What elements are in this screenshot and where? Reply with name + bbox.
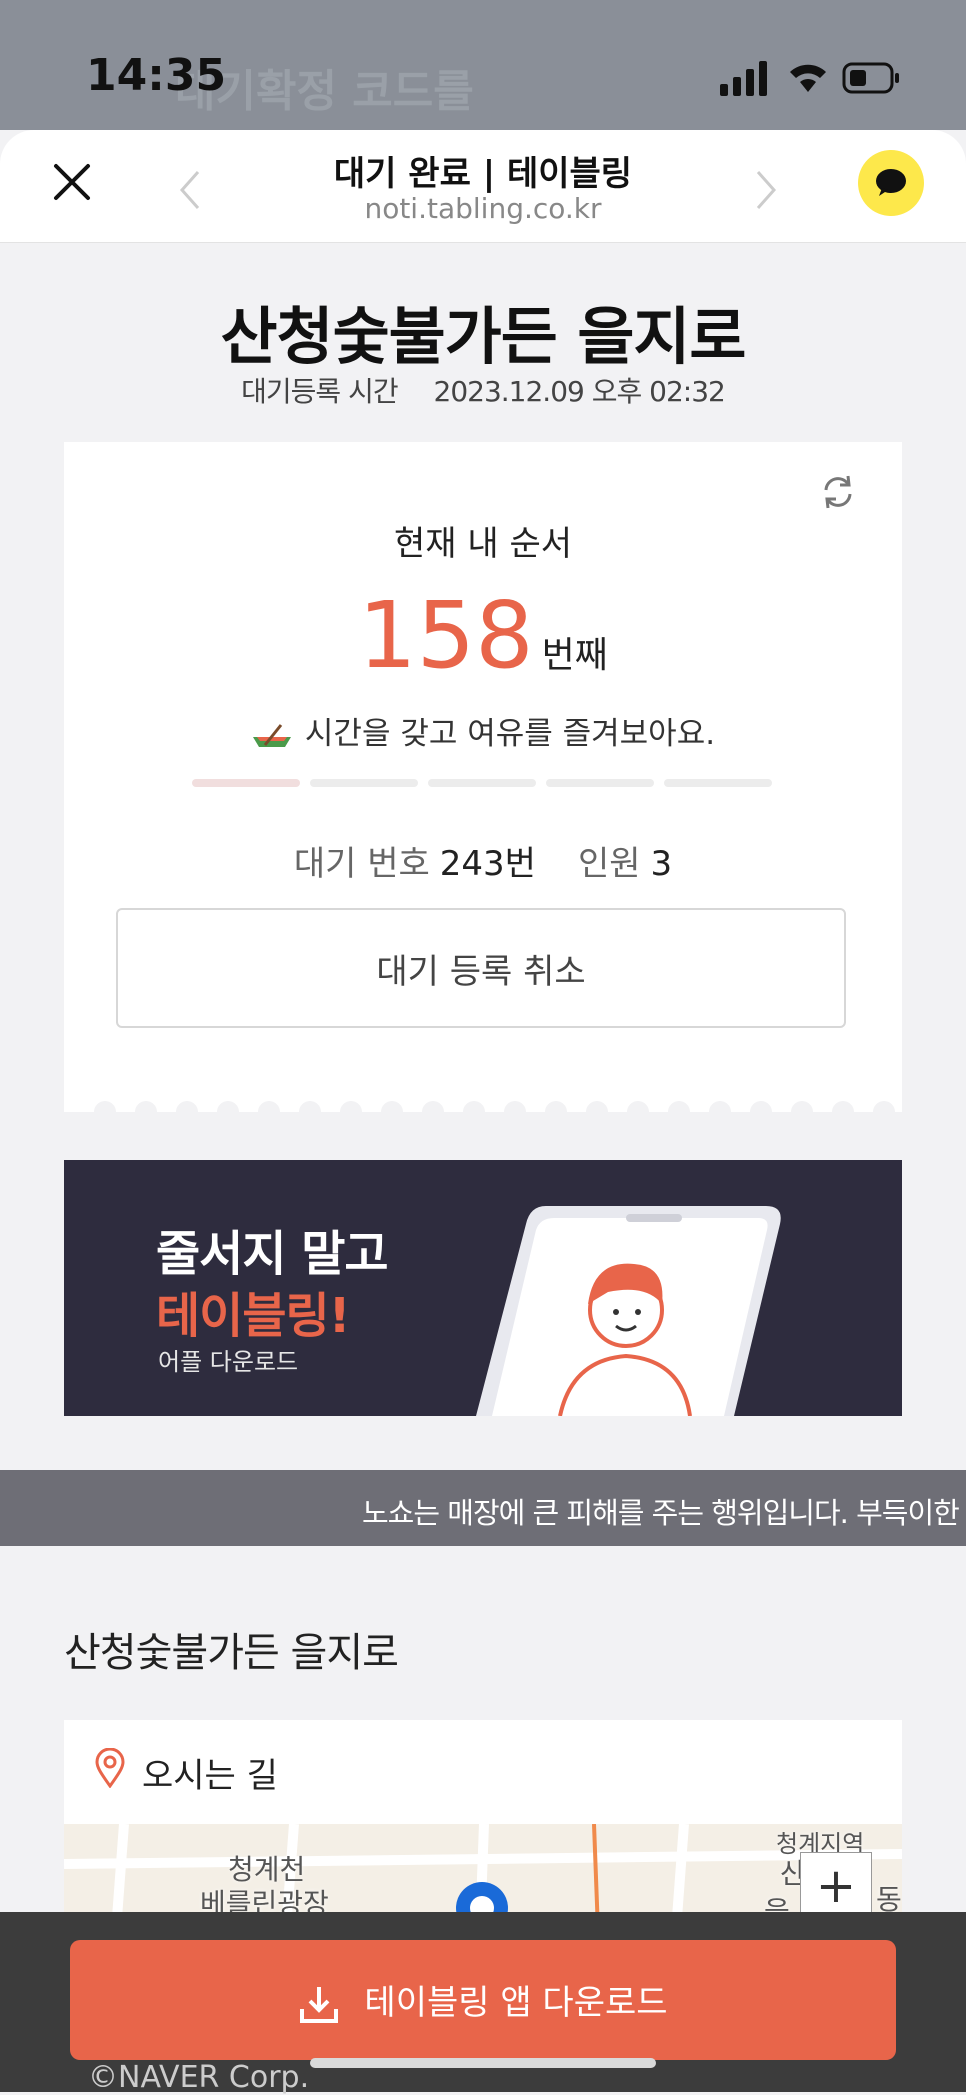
- status-icons: [720, 61, 899, 96]
- banner-line1: 줄서지 말고: [156, 1226, 389, 1282]
- progress-segment: [664, 779, 772, 787]
- progress-segment: [192, 779, 300, 787]
- cancel-registration-button[interactable]: 대기 등록 취소: [116, 908, 846, 1028]
- noshow-notice-bar: 노쇼는 매장에 큰 피해를 주는 행위입니다. 부득이한 상: [0, 1470, 966, 1546]
- ticket-edge: [64, 1090, 902, 1112]
- naver-credit: ©NAVER Corp.: [88, 2060, 310, 2095]
- home-indicator[interactable]: [310, 2058, 656, 2068]
- phone-illustration: [476, 1206, 781, 1416]
- page-title: 대기 완료 | 테이블링: [333, 154, 633, 194]
- banner-line2: 테이블링!: [156, 1288, 351, 1344]
- download-icon: [300, 1987, 339, 2024]
- progress-segment: [546, 779, 654, 787]
- refresh-icon[interactable]: [818, 472, 858, 512]
- queue-position-suffix: 번째: [541, 635, 608, 676]
- boat-icon: [252, 723, 291, 747]
- page-url: noti.tabling.co.kr: [364, 192, 602, 225]
- location-section-title: 산청숯불가든 을지로: [64, 1630, 399, 1676]
- store-name: 산청숯불가든 을지로: [220, 300, 747, 373]
- people-count: 3: [650, 844, 673, 884]
- wait-number: 243번: [439, 844, 536, 884]
- download-app-label: 테이블링 앱 다운로드: [364, 1982, 668, 2023]
- wait-message: 시간을 갖고 여유를 즐겨보아요.: [64, 708, 902, 753]
- status-time: 14:35: [86, 50, 227, 101]
- progress-segment: [428, 779, 536, 787]
- position-row: 158 번째: [64, 582, 902, 689]
- progress-segment: [310, 779, 418, 787]
- banner-line3: 어플 다운로드: [158, 1348, 299, 1376]
- queue-position: 158: [358, 582, 534, 689]
- directions-label: 오시는 길: [142, 1756, 278, 1796]
- wait-message-text: 시간을 갖고 여유를 즐겨보아요.: [304, 716, 716, 752]
- wait-number-label: 대기 번호: [293, 844, 430, 884]
- forward-chevron-icon[interactable]: [754, 168, 778, 212]
- wait-info-row: 대기 번호 243번 인원 3: [64, 836, 902, 885]
- chat-bubble-icon: [876, 169, 906, 196]
- status-bar: 대기확정 코드를 14:35: [0, 0, 966, 130]
- current-position-label: 현재 내 순서: [393, 524, 572, 564]
- registration-time: 2023.12.09 오후 02:32: [433, 375, 726, 408]
- people-label: 인원: [577, 844, 641, 884]
- kakao-chat-button[interactable]: [858, 150, 924, 216]
- progress-bar: [192, 779, 774, 787]
- download-app-button[interactable]: 테이블링 앱 다운로드: [70, 1940, 896, 2060]
- registration-label: 대기등록 시간: [241, 375, 398, 408]
- browser-header: 대기 완료 | 테이블링 noti.tabling.co.kr: [0, 130, 966, 243]
- registration-row: 대기등록 시간 2023.12.09 오후 02:32: [0, 370, 966, 410]
- location-pin-icon: [95, 1748, 125, 1788]
- noshow-notice-text: 노쇼는 매장에 큰 피해를 주는 행위입니다. 부득이한 상: [362, 1496, 966, 1530]
